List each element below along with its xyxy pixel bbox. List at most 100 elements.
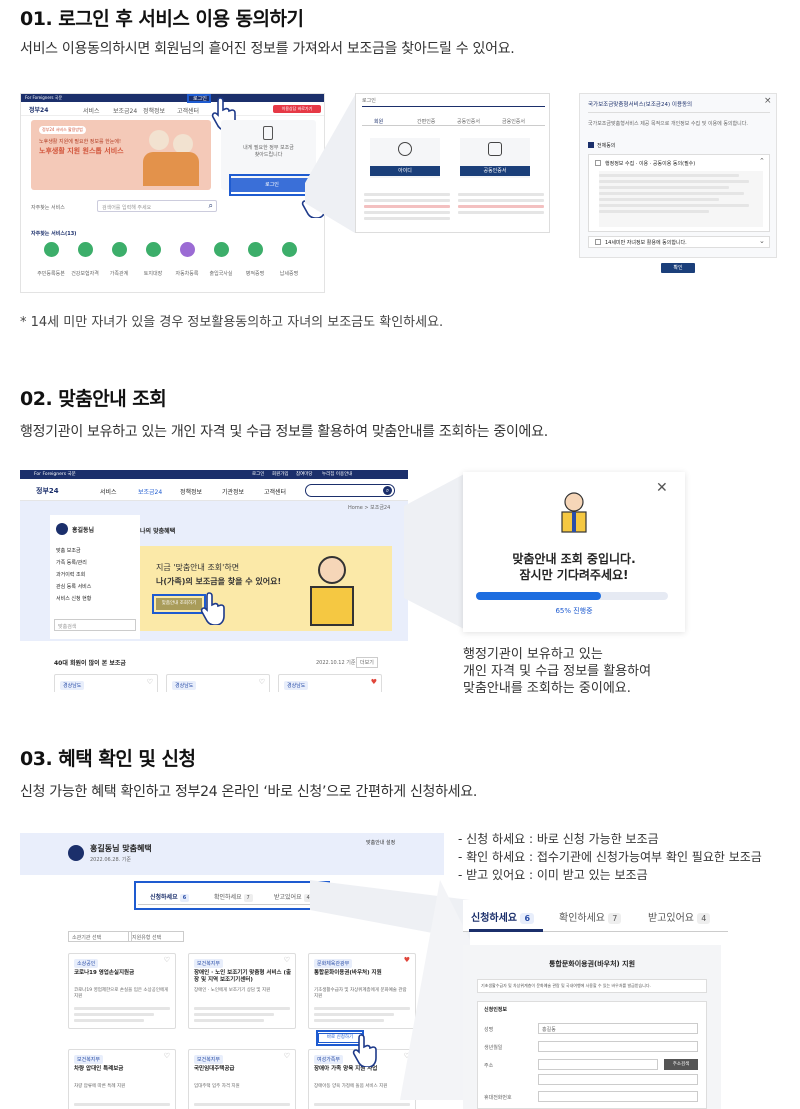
tab-fin-cert[interactable]: 금융인증서	[502, 118, 525, 125]
consent-intro: 국가보조금맞춤형서비스 제공 목적으로 개인정보 수집 및 이용에 동의합니다.	[588, 121, 748, 127]
form-body: 신청인정보 성명 홍길동 생년월일 주소 주소검색 휴대전화번호	[477, 1001, 707, 1109]
consent-confirm-button[interactable]: 확인	[661, 263, 695, 273]
topbar-participate[interactable]: 참여마당	[296, 471, 313, 477]
benefit-card[interactable]: 보건복지부 ♡ 차량 압대인 특례보금 차량 압류에 따른 특례 지원	[68, 1049, 176, 1109]
category-icon	[179, 242, 195, 257]
category-item[interactable]: 건강보험자격	[71, 242, 99, 279]
all-agree-label: 전체동의	[597, 143, 616, 149]
category-icon	[77, 242, 93, 257]
consent-item-box: 행정정보 수집 · 이용 · 공동이용 동의(필수) ⌃	[588, 154, 770, 232]
heart-filled-icon[interactable]: ♥	[371, 678, 377, 686]
search-icon[interactable]: ⌕	[209, 201, 213, 211]
subsidy-card[interactable]: 경상남도 ♥	[278, 674, 382, 692]
category-item[interactable]: 병적증명	[241, 242, 269, 279]
chevron-down-icon[interactable]: ⌄	[759, 237, 765, 245]
mock-topbar: For Foreigners 국문 로그인 회원가입 참여마당 누리집 이용안내	[20, 470, 408, 479]
search-input[interactable]: ⌕	[305, 484, 395, 497]
side-menu-item[interactable]: 과거이력 조회	[56, 571, 85, 578]
close-icon[interactable]: ×	[764, 96, 772, 106]
all-agree-checkbox[interactable]	[588, 142, 594, 148]
nav-item-service[interactable]: 서비스	[100, 487, 117, 496]
heart-icon[interactable]: ♡	[164, 956, 170, 964]
heart-icon[interactable]: ♡	[259, 678, 265, 686]
settings-link[interactable]: 맞춤안내 설정	[366, 839, 395, 846]
category-item[interactable]: 토지대장	[139, 242, 167, 279]
side-menu-item[interactable]: 관심 등록 서비스	[56, 583, 91, 590]
nav-item-policy[interactable]: 정책정보	[180, 487, 202, 496]
side-menu-item[interactable]: 가족 등록/관리	[56, 559, 87, 566]
search-icon[interactable]: ⌕	[383, 486, 392, 495]
chevron-up-icon[interactable]: ⌃	[759, 157, 765, 165]
subsidy-card[interactable]: 경상남도 ♡	[166, 674, 270, 692]
topbar-signup[interactable]: 회원가입	[272, 471, 289, 477]
address-field[interactable]	[538, 1059, 658, 1070]
close-icon[interactable]: ✕	[656, 480, 668, 496]
side-menu-item[interactable]: 서비스 신청 현황	[56, 595, 91, 602]
promo-line1: 지금 '맞춤안내 조회'하면	[156, 563, 240, 572]
cert-login-button[interactable]: 공동인증서	[460, 166, 530, 176]
category-label: 주민등록등본	[37, 271, 65, 277]
benefit-card[interactable]: 보건복지부 ♡ 장애인 · 노인 보조기기 맞춤형 서비스 (출장 및 지역 보조기…	[188, 953, 296, 1029]
form-title: 통합문화이용권(바우처) 지원	[548, 960, 636, 968]
topbar-guide[interactable]: 누리집 이용안내	[322, 471, 352, 477]
category-item[interactable]: 주민등록등본	[37, 242, 65, 279]
list-title: 40대 회원이 많이 본 보조금	[54, 660, 126, 667]
agency-select[interactable]: 소관기관 선택	[68, 931, 132, 942]
login-title: 로그인	[362, 98, 376, 104]
address-detail-field[interactable]	[538, 1074, 698, 1085]
nav-item-policy[interactable]: 정책정보	[143, 106, 165, 115]
consent-item-2-row: 14세미만 자녀정보 활용에 동의합니다. ⌄	[588, 236, 770, 248]
tab-simple-auth[interactable]: 간편인증	[417, 118, 435, 125]
nav-item-service[interactable]: 서비스	[83, 106, 100, 115]
card-desc: 코로나19 영업제한으로 손실을 입은 소상공인에게 지원	[74, 988, 169, 999]
side-menu-item[interactable]: 맞춤 보조금	[56, 547, 81, 554]
nav-item-subsidy[interactable]: 보조금24	[113, 106, 137, 115]
tab-cert[interactable]: 공동인증서	[457, 118, 480, 125]
category-item[interactable]: 출입국사실	[207, 242, 235, 279]
more-button[interactable]: 더보기	[356, 657, 378, 668]
tab-member[interactable]: 회원	[374, 118, 383, 125]
category-item[interactable]: 납세증명	[275, 242, 303, 279]
benefit-card[interactable]: 보건복지부 ♡ 국민임대주택공급 임대주택 입주 자격 지원	[188, 1049, 296, 1109]
heart-icon[interactable]: ♡	[284, 956, 290, 964]
zoom-tab-receiving[interactable]: 받고있어요 4	[648, 909, 711, 924]
card-title: 장애인 · 노인 보조기기 맞춤형 서비스 (출장 및 지역 보조기기센터)	[194, 970, 292, 983]
nav-item-support[interactable]: 고객센터	[264, 487, 286, 496]
type-select-value: 지원유형 선택	[132, 935, 162, 941]
menu-search-input[interactable]: 맞춤검색	[54, 619, 136, 631]
item1-checkbox[interactable]	[595, 160, 601, 166]
zoom-tab-check[interactable]: 확인하세요 7	[559, 909, 622, 924]
heart-icon[interactable]: ♡	[284, 1052, 290, 1060]
type-select[interactable]: 지원유형 선택	[128, 931, 184, 942]
benefit-card[interactable]: 소상공인 ♡ 코로나19 영업손실지원금 코로나19 영업제한으로 손실을 입은 소상…	[68, 953, 176, 1029]
nav-item-agency[interactable]: 기관정보	[222, 487, 244, 496]
subsidy-card[interactable]: 경상남도 ♡	[54, 674, 158, 692]
address-search-button[interactable]: 주소검색	[664, 1059, 698, 1070]
search-input[interactable]: 검색어를 입력해 주세요 ⌕	[97, 200, 217, 212]
login-link[interactable]: 로그인	[193, 95, 207, 102]
consent-title: 국가보조금맞춤형서비스(보조금24) 이용동의	[588, 102, 693, 108]
legend-line: - 받고 있어요 : 이미 받고 있는 보조금	[458, 868, 648, 882]
category-item[interactable]: 자동차등록	[173, 242, 201, 279]
nav-item-support[interactable]: 고객센터	[177, 106, 199, 115]
topbar-login[interactable]: 로그인	[252, 471, 264, 477]
name-field[interactable]: 홍길동	[538, 1023, 698, 1034]
heart-icon[interactable]: ♡	[164, 1052, 170, 1060]
mock-subsidy-screenshot: For Foreigners 국문 로그인 회원가입 참여마당 누리집 이용안내…	[20, 470, 408, 692]
list-date: 2022.10.12 기준	[316, 660, 356, 666]
breadcrumb: Home > 보조금24	[348, 505, 391, 511]
item2-checkbox[interactable]	[595, 239, 601, 245]
name-value: 홍길동	[542, 1027, 556, 1033]
legend: - 신청 하세요 : 바로 신청 가능한 보조금 - 확인 하세요 : 접수기관…	[458, 830, 762, 884]
progress-fill	[476, 592, 601, 600]
birth-field[interactable]	[538, 1041, 698, 1052]
nav-item-subsidy[interactable]: 보조금24	[138, 487, 162, 496]
loading-modal: ✕ 맞춤안내 조회 중입니다. 잠시만 기다려주세요! 65% 진행중	[463, 472, 685, 632]
banner[interactable]: 정부24 서비스 활용방법 노후생활 지원에 필요한 정보를 한눈에! 노후생활…	[31, 120, 211, 190]
zoom-tab-apply[interactable]: 신청하세요 6	[471, 909, 535, 924]
category-item[interactable]: 가족관계	[105, 242, 133, 279]
heart-icon[interactable]: ♡	[147, 678, 153, 686]
phone-field[interactable]	[538, 1091, 698, 1102]
id-login-button[interactable]: 아이디	[370, 166, 440, 176]
section1-note: * 14세 미만 자녀가 있을 경우 정보활용동의하고 자녀의 보조금도 확인하…	[20, 315, 444, 330]
